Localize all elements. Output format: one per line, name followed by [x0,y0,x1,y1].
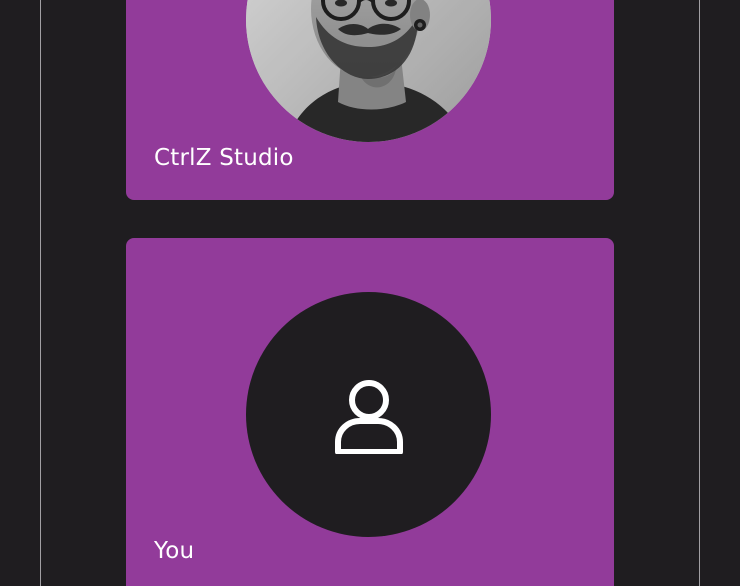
video-call-stage: CtrlZ Studio You [0,0,740,586]
avatar-placeholder [246,292,491,537]
participant-tile-you[interactable]: You [126,238,614,586]
participant-tile-ctrlz-studio[interactable]: CtrlZ Studio [126,0,614,200]
participant-photo-image [246,0,491,142]
frame-divider-right [699,0,700,586]
participant-name: You [154,538,195,564]
participant-photo [246,0,491,142]
user-icon [335,380,403,454]
frame-divider-left [40,0,41,586]
participant-name: CtrlZ Studio [154,145,294,171]
